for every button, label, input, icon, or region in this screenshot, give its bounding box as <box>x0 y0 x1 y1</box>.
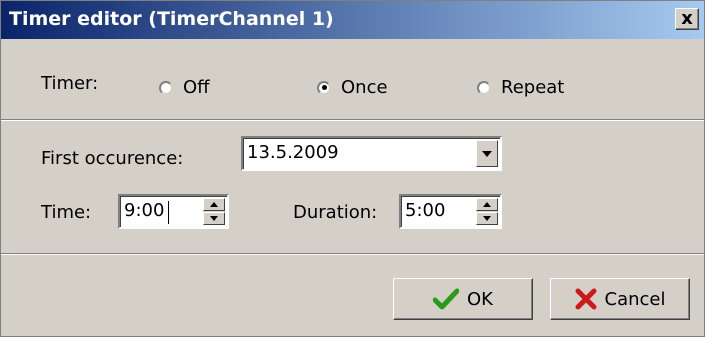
triangle-up-icon <box>210 202 218 207</box>
ok-button-label: OK <box>467 288 493 310</box>
chevron-down-icon <box>482 150 492 157</box>
duration-input[interactable]: 5:00 <box>399 194 502 229</box>
cancel-button-label: Cancel <box>604 288 666 310</box>
triangle-down-icon <box>483 216 491 221</box>
time-spinner[interactable] <box>203 198 225 225</box>
triangle-up-icon <box>483 202 491 207</box>
text-caret <box>168 201 169 224</box>
timer-option-off-label: Off <box>183 77 210 98</box>
time-spin-down[interactable] <box>203 212 225 225</box>
cancel-button[interactable]: Cancel <box>550 278 690 320</box>
separator <box>1 119 704 121</box>
first-occurrence-value: 13.5.2009 <box>247 142 339 163</box>
first-occurrence-date-picker[interactable]: 13.5.2009 <box>241 136 502 171</box>
timer-option-repeat-label: Repeat <box>501 77 565 98</box>
time-value: 9:00 <box>124 200 165 221</box>
close-button[interactable]: x <box>675 8 699 30</box>
duration-spin-up[interactable] <box>476 198 498 211</box>
timer-option-off[interactable]: Off <box>159 77 210 98</box>
window-title: Timer editor (TimerChannel 1) <box>9 8 334 30</box>
duration-spin-down[interactable] <box>476 212 498 225</box>
duration-value: 5:00 <box>405 200 446 221</box>
close-icon: x <box>681 8 693 29</box>
first-occurrence-label: First occurence: <box>41 148 184 169</box>
timer-option-once[interactable]: Once <box>317 77 388 98</box>
timer-editor-dialog: Timer editor (TimerChannel 1) x Timer: O… <box>0 0 705 337</box>
timer-option-once-label: Once <box>341 77 388 98</box>
triangle-down-icon <box>210 216 218 221</box>
radio-selected-icon <box>317 80 331 95</box>
time-spin-up[interactable] <box>203 198 225 211</box>
radio-off-icon <box>477 80 491 95</box>
radio-off-icon <box>159 80 173 95</box>
duration-spinner[interactable] <box>476 198 498 225</box>
x-icon <box>575 288 596 310</box>
time-label: Time: <box>41 202 92 223</box>
separator <box>1 253 704 255</box>
ok-button[interactable]: OK <box>393 278 533 320</box>
timer-label: Timer: <box>41 73 99 94</box>
time-input[interactable]: 9:00 <box>118 194 229 229</box>
check-icon <box>433 288 459 310</box>
dropdown-button[interactable] <box>476 140 498 167</box>
title-bar[interactable]: Timer editor (TimerChannel 1) x <box>1 1 704 39</box>
duration-label: Duration: <box>293 202 378 223</box>
timer-option-repeat[interactable]: Repeat <box>477 77 564 98</box>
